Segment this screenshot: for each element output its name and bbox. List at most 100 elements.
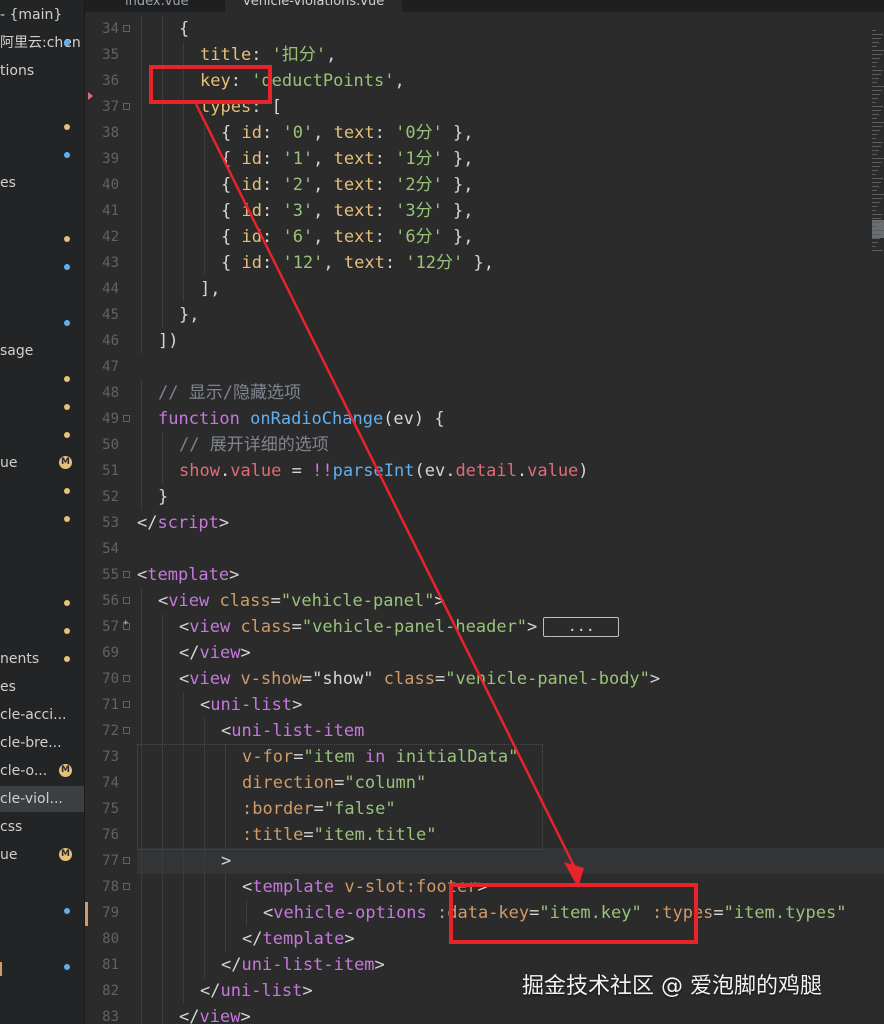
fold-collapse-icon[interactable] [123, 675, 130, 682]
sidebar-item[interactable] [0, 898, 84, 924]
fold-expand-icon[interactable] [123, 618, 130, 630]
code-token: '2' [282, 175, 314, 195]
sidebar-item[interactable] [0, 226, 84, 252]
code-token: "item.types" [723, 903, 847, 923]
code-token: title [200, 45, 252, 65]
fold-collapse-icon[interactable] [123, 415, 130, 422]
code-editor[interactable]: 34{35 title: '扣分', 36 key: 'deductPoints', 3… [85, 12, 884, 1024]
minimap-line [872, 58, 880, 59]
code-token: "show" [312, 669, 384, 689]
sidebar-item[interactable] [0, 954, 84, 980]
sidebar-item[interactable] [0, 394, 84, 420]
sidebar-item[interactable] [0, 366, 84, 392]
folded-code-button[interactable]: ... [543, 617, 620, 637]
tab-vehicle-violations[interactable]: vehicle-violations.vue [225, 0, 403, 12]
code-token: , [313, 123, 334, 143]
fold-collapse-icon[interactable] [123, 883, 130, 890]
sidebar-item[interactable]: 阿里云:chen [0, 30, 84, 56]
modified-badge-icon: M [59, 848, 72, 861]
sidebar-item[interactable] [0, 198, 84, 224]
editor-tab-bar: index.vue vehicle-violations.vue [85, 0, 884, 12]
sidebar-item[interactable] [0, 422, 84, 448]
indent-guide [204, 146, 205, 172]
sidebar-item[interactable] [0, 478, 84, 504]
code-line: 70 <view v-show="show" class="vehicle-pan… [85, 666, 884, 692]
code-text: <view class="vehicle-panel-header">... [179, 614, 620, 640]
fold-collapse-icon[interactable] [123, 857, 130, 864]
sidebar-item[interactable]: sage [0, 338, 84, 364]
sidebar-item[interactable]: tions [0, 58, 84, 84]
minimap-line [872, 194, 884, 195]
sidebar-change-marker [0, 962, 2, 976]
indent-guide [183, 146, 184, 172]
code-token: > [434, 591, 445, 611]
fold-collapse-icon[interactable] [123, 701, 130, 708]
code-token: : [251, 45, 272, 65]
sidebar-item[interactable] [0, 1010, 84, 1024]
code-token: "item.key" [539, 903, 652, 923]
minimap-line [872, 130, 880, 131]
minimap-line [872, 34, 883, 35]
sidebar-item[interactable]: - {main} [0, 2, 84, 28]
code-token: key [200, 71, 231, 91]
modified-dot-icon [64, 516, 70, 522]
sidebar-item[interactable] [0, 310, 84, 336]
code-text: </uni-list-item> [221, 952, 385, 978]
code-token: script [157, 513, 219, 533]
fold-collapse-icon[interactable] [123, 103, 130, 110]
modified-dot-icon [64, 628, 70, 634]
sidebar-item[interactable] [0, 870, 84, 896]
sidebar-item[interactable] [0, 618, 84, 644]
code-token: id [241, 227, 262, 247]
minimap[interactable] [870, 24, 884, 254]
sidebar-item[interactable] [0, 282, 84, 308]
code-line: 77 > [85, 848, 884, 874]
sidebar-item[interactable] [0, 114, 84, 140]
code-token: '12分' [405, 253, 464, 273]
minimap-line [872, 74, 881, 75]
sidebar-item[interactable]: cle-acci... [0, 702, 84, 728]
sidebar-item[interactable]: cle-o... M [0, 758, 84, 784]
fold-collapse-icon[interactable] [123, 25, 130, 32]
code-token: id [241, 253, 262, 273]
sidebar-item[interactable] [0, 86, 84, 112]
code-token: { [221, 149, 242, 169]
sidebar-item[interactable]: es [0, 170, 84, 196]
untracked-dot-icon [64, 264, 70, 270]
sidebar-item[interactable]: css [0, 814, 84, 840]
sidebar-item[interactable] [0, 590, 84, 616]
code-token: "vehicle-panel-body" [445, 669, 650, 689]
sidebar-item[interactable] [0, 254, 84, 280]
sidebar-item-label: ue [0, 847, 18, 863]
code-token: }, [442, 123, 474, 143]
fold-collapse-icon[interactable] [123, 727, 130, 734]
sidebar-item[interactable] [0, 562, 84, 588]
fold-collapse-icon[interactable] [123, 597, 130, 604]
sidebar-item[interactable]: cle-viol... [0, 786, 84, 812]
line-number: 52 [102, 489, 119, 505]
sidebar-item[interactable] [0, 506, 84, 532]
sidebar-item[interactable]: ue M [0, 450, 84, 476]
sidebar-item[interactable] [0, 534, 84, 560]
tab-index[interactable]: index.vue [125, 0, 189, 12]
sidebar-item[interactable] [0, 982, 84, 1008]
fold-collapse-icon[interactable] [123, 571, 130, 578]
code-token: . [516, 461, 528, 481]
sidebar-item[interactable]: cle-bre... [0, 730, 84, 756]
code-token: template [252, 877, 345, 897]
modified-badge-icon: M [59, 456, 72, 469]
code-token: = [529, 903, 540, 923]
code-token: </ [179, 643, 200, 663]
code-token: , [323, 253, 344, 273]
sidebar-item[interactable]: nents [0, 646, 84, 672]
code-token: { [221, 123, 242, 143]
indent-guide [162, 900, 163, 926]
sidebar-item[interactable]: es [0, 674, 84, 700]
code-text: <template> [137, 562, 239, 588]
code-line: 41 { id: '3', text: '3分' }, [85, 198, 884, 224]
sidebar-item[interactable] [0, 142, 84, 168]
sidebar-item[interactable] [0, 926, 84, 952]
indent-guide [183, 42, 184, 68]
sidebar-item[interactable]: ue M [0, 842, 84, 868]
code-token: text [343, 253, 385, 273]
